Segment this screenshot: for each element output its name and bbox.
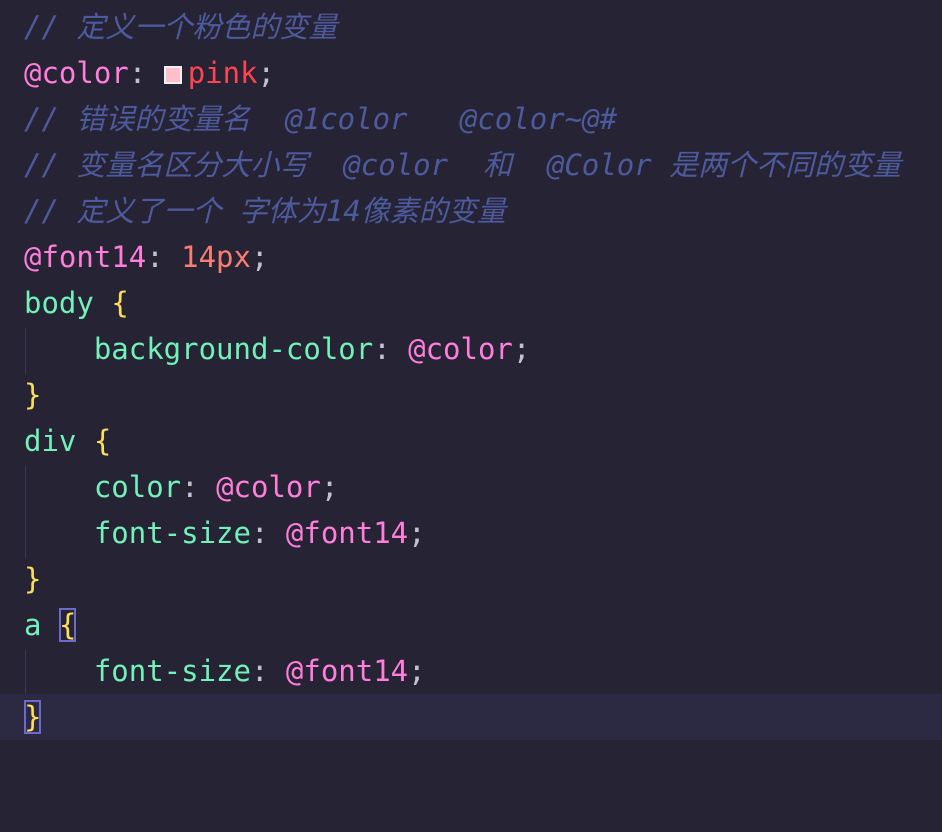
css-property: font-size bbox=[93, 654, 251, 688]
colon: : bbox=[128, 56, 164, 90]
code-line-16-current[interactable]: } bbox=[0, 694, 942, 740]
comment: // 定义一个粉色的变量 bbox=[24, 10, 338, 44]
code-line-6[interactable]: @font14: 14px; bbox=[0, 234, 942, 280]
css-property: background-color bbox=[93, 332, 374, 366]
comment: // 变量名区分大小写 @color 和 @Color 是两个不同的变量 bbox=[24, 148, 902, 182]
variable-name: @color bbox=[24, 56, 129, 90]
css-selector: a bbox=[24, 608, 42, 642]
semicolon: ; bbox=[408, 516, 426, 550]
code-line-5[interactable]: // 定义了一个 字体为14像素的变量 bbox=[0, 188, 942, 234]
css-selector: body bbox=[24, 286, 94, 320]
code-line-12[interactable]: font-size: @font14; bbox=[0, 510, 942, 556]
code-line-2[interactable]: @color: pink; bbox=[0, 50, 942, 96]
variable-value: 14px bbox=[181, 240, 251, 274]
css-property: color bbox=[93, 470, 182, 504]
variable-name: @font14 bbox=[24, 240, 147, 274]
property-value: @font14 bbox=[285, 654, 409, 688]
color-swatch-icon[interactable] bbox=[163, 66, 182, 84]
comment: // 定义了一个 字体为14像素的变量 bbox=[24, 194, 506, 228]
colon: : bbox=[181, 470, 217, 504]
code-line-15[interactable]: font-size: @font14; bbox=[0, 648, 942, 694]
semicolon: ; bbox=[320, 470, 339, 504]
colon: : bbox=[250, 516, 286, 550]
code-editor[interactable]: // 定义一个粉色的变量 @color: pink; // 错误的变量名 @1c… bbox=[0, 0, 942, 742]
semicolon: ; bbox=[512, 332, 531, 366]
code-line-4[interactable]: // 变量名区分大小写 @color 和 @Color 是两个不同的变量 bbox=[0, 142, 942, 188]
open-brace: { bbox=[93, 424, 112, 458]
code-line-8[interactable]: background-color: @color; bbox=[0, 326, 942, 372]
variable-value: pink bbox=[187, 56, 258, 90]
code-line-1[interactable]: // 定义一个粉色的变量 bbox=[0, 4, 942, 50]
property-value: @color bbox=[408, 332, 513, 366]
code-line-7[interactable]: body { bbox=[0, 280, 942, 326]
property-value: @color bbox=[216, 470, 321, 504]
semicolon: ; bbox=[257, 56, 275, 90]
css-selector: div bbox=[24, 424, 77, 458]
colon: : bbox=[373, 332, 409, 366]
code-line-11[interactable]: color: @color; bbox=[0, 464, 942, 510]
colon: : bbox=[146, 240, 182, 274]
code-line-3[interactable]: // 错误的变量名 @1color @color~@# bbox=[0, 96, 942, 142]
close-brace: } bbox=[24, 378, 42, 412]
css-property: font-size bbox=[93, 516, 251, 550]
code-line-13[interactable]: } bbox=[0, 556, 942, 602]
code-line-10[interactable]: div { bbox=[0, 418, 942, 464]
close-brace: } bbox=[24, 562, 42, 596]
close-brace-match: } bbox=[24, 700, 42, 734]
open-brace-match: { bbox=[58, 608, 77, 642]
semicolon: ; bbox=[408, 654, 426, 688]
semicolon: ; bbox=[250, 240, 269, 274]
colon: : bbox=[250, 654, 286, 688]
code-line-14[interactable]: a { bbox=[0, 602, 942, 648]
property-value: @font14 bbox=[285, 516, 409, 550]
comment: // 错误的变量名 @1color @color~@# bbox=[24, 102, 618, 136]
code-line-9[interactable]: } bbox=[0, 372, 942, 418]
open-brace: { bbox=[111, 286, 129, 320]
